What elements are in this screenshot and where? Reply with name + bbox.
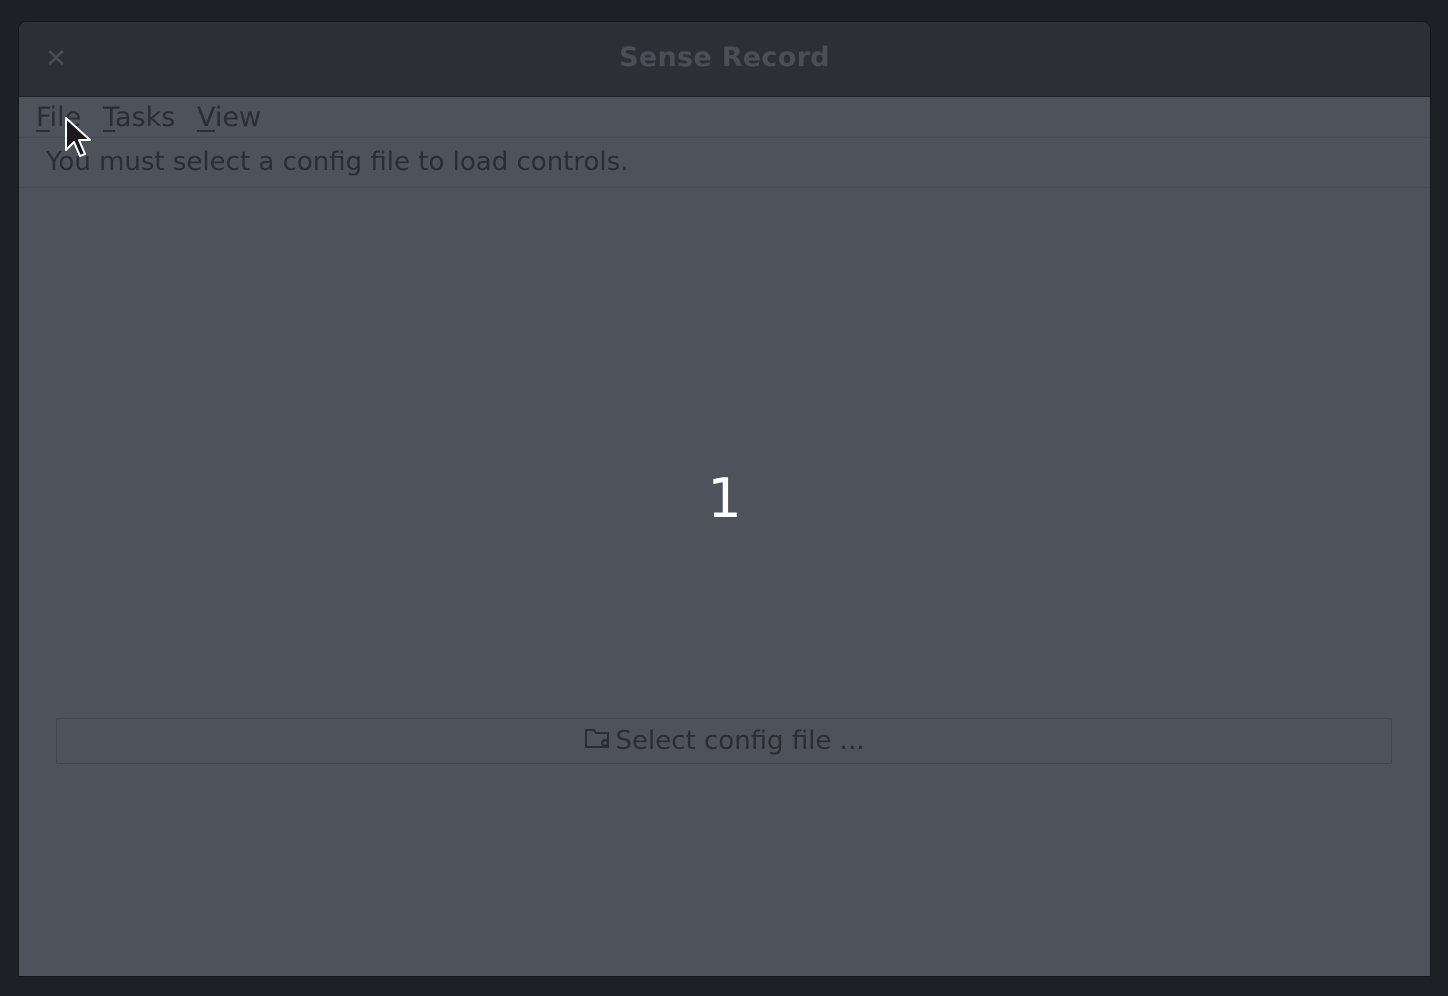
window-title: Sense Record <box>619 42 830 73</box>
select-config-label: Select config file ... <box>615 726 865 756</box>
mouse-cursor-icon <box>65 117 91 157</box>
countdown-number: 1 <box>707 467 742 530</box>
menu-bar: File Tasks View <box>19 97 1430 138</box>
folder-settings-icon <box>584 726 612 757</box>
menu-view-mnemonic: V <box>197 102 215 133</box>
select-config-button[interactable]: Select config file ... <box>56 718 1392 764</box>
menu-tasks[interactable]: Tasks <box>103 101 175 135</box>
menu-tasks-mnemonic: T <box>103 102 116 133</box>
info-bar: You must select a config file to load co… <box>19 138 1430 188</box>
menu-tasks-label: asks <box>115 102 176 133</box>
menu-view-label: iew <box>214 102 262 133</box>
menu-file-mnemonic: F <box>36 102 50 133</box>
title-bar[interactable]: ✕ Sense Record <box>19 22 1430 97</box>
app-window: ✕ Sense Record File Tasks View You must … <box>19 22 1430 976</box>
info-message: You must select a config file to load co… <box>46 147 629 177</box>
menu-view[interactable]: View <box>197 101 261 135</box>
